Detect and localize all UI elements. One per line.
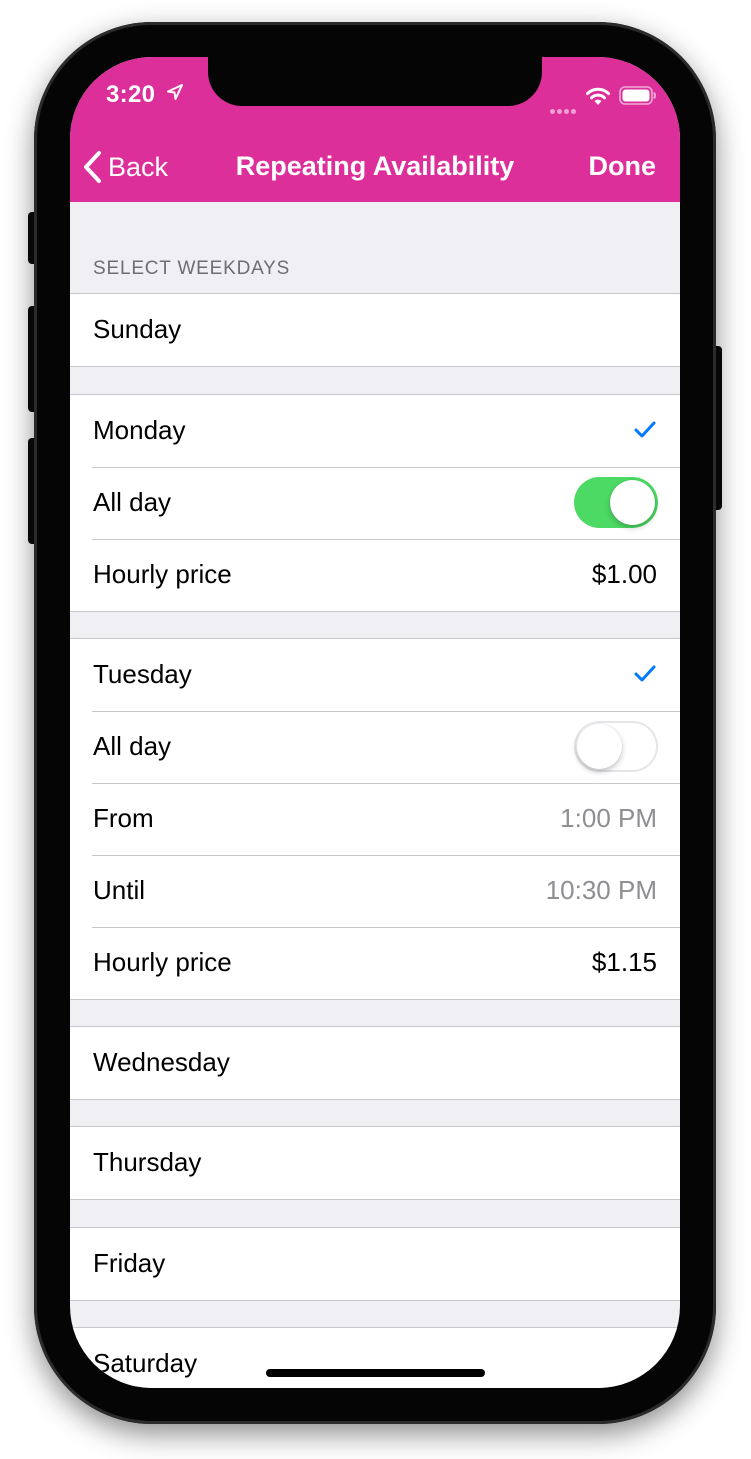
day-group-monday: Monday All day Hourly price $1.00	[70, 394, 680, 612]
day-label: Saturday	[93, 1348, 198, 1378]
location-arrow-icon	[167, 84, 183, 100]
all-day-toggle-tuesday[interactable]	[574, 721, 658, 772]
checkmark-icon	[634, 421, 656, 438]
day-label: Sunday	[93, 314, 182, 344]
all-day-label: All day	[93, 731, 172, 761]
navigation-header: 3:20 Back Repeating Availability Done	[70, 57, 680, 202]
day-row-thursday[interactable]: Thursday	[70, 1127, 680, 1199]
until-label: Until	[93, 875, 146, 905]
notch	[208, 57, 542, 106]
day-label: Monday	[93, 415, 186, 445]
day-row-monday[interactable]: Monday	[70, 395, 680, 467]
day-label: Friday	[93, 1248, 166, 1278]
day-group-thursday: Thursday	[70, 1126, 680, 1200]
from-label: From	[93, 803, 154, 833]
phone-screen: 3:20 Back Repeating Availability Done SE…	[70, 57, 680, 1388]
from-time-value: 1:00 PM	[560, 803, 657, 833]
hourly-price-label: Hourly price	[93, 947, 232, 977]
all-day-label: All day	[93, 487, 172, 517]
checkmark-icon	[634, 665, 656, 682]
cellular-signal-icon	[550, 101, 578, 119]
battery-icon	[619, 86, 656, 105]
section-header: SELECT WEEKDAYS	[93, 258, 291, 279]
stage: 3:20 Back Repeating Availability Done SE…	[0, 0, 751, 1459]
day-group-friday: Friday	[70, 1227, 680, 1301]
all-day-row-monday: All day	[70, 467, 680, 539]
all-day-toggle-monday[interactable]	[574, 477, 658, 528]
status-time: 3:20	[106, 81, 156, 108]
hourly-price-row-tuesday[interactable]: Hourly price $1.15	[70, 927, 680, 999]
day-label: Thursday	[93, 1147, 202, 1177]
toggle-knob	[610, 480, 655, 525]
hourly-price-row-monday[interactable]: Hourly price $1.00	[70, 539, 680, 611]
until-row-tuesday[interactable]: Until 10:30 PM	[70, 855, 680, 927]
day-group-sunday: Sunday	[70, 293, 680, 367]
day-group-tuesday: Tuesday All day From 1:00 PM Until 10:30…	[70, 638, 680, 1000]
day-row-wednesday[interactable]: Wednesday	[70, 1027, 680, 1099]
day-row-saturday[interactable]: Saturday	[70, 1328, 680, 1388]
hourly-price-value: $1.15	[591, 947, 657, 977]
hourly-price-label: Hourly price	[93, 559, 232, 589]
day-label: Wednesday	[93, 1047, 230, 1077]
day-label: Tuesday	[93, 659, 192, 689]
day-row-tuesday[interactable]: Tuesday	[70, 639, 680, 711]
day-group-wednesday: Wednesday	[70, 1026, 680, 1100]
from-row-tuesday[interactable]: From 1:00 PM	[70, 783, 680, 855]
day-group-saturday: Saturday	[70, 1327, 680, 1388]
toggle-knob	[577, 724, 622, 769]
wifi-icon	[586, 87, 610, 105]
day-row-friday[interactable]: Friday	[70, 1228, 680, 1300]
hourly-price-value: $1.00	[591, 559, 657, 589]
done-button[interactable]: Done	[589, 151, 657, 182]
day-row-sunday[interactable]: Sunday	[70, 294, 680, 366]
all-day-row-tuesday: All day	[70, 711, 680, 783]
until-time-value: 10:30 PM	[545, 875, 657, 905]
home-indicator[interactable]	[266, 1369, 485, 1377]
